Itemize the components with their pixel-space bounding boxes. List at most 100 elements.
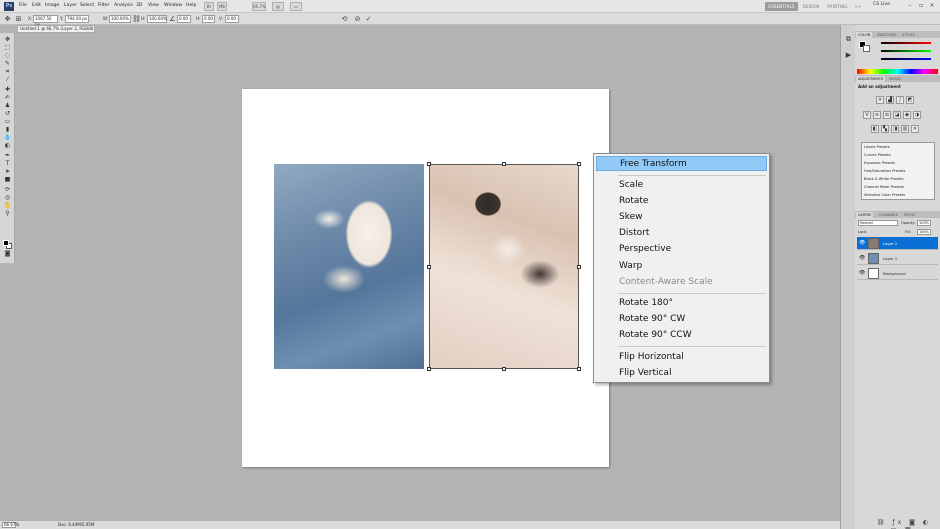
screen-mode-icon[interactable]: ▭ — [290, 2, 302, 11]
tab-paths[interactable]: PATHS — [902, 212, 917, 218]
actions-panel-icon[interactable]: ▶ — [844, 51, 853, 60]
eyedropper-tool-icon[interactable]: ⁄ — [3, 77, 12, 83]
tab-styles[interactable]: STYLES — [900, 32, 917, 38]
preset-item[interactable]: Levels Presets — [864, 145, 890, 149]
warp-mode-icon[interactable]: ⟲ — [340, 15, 349, 23]
clone-stamp-tool-icon[interactable]: ♟ — [3, 103, 12, 109]
curves-icon[interactable]: ∫ — [896, 96, 904, 104]
menu-item-flip-horizontal[interactable]: Flip Horizontal — [596, 350, 767, 365]
zoom-level-dropdown[interactable]: 66.7% — [252, 2, 266, 11]
menu-item-distort[interactable]: Distort — [596, 226, 767, 241]
bridge-icon[interactable]: Br — [204, 2, 214, 11]
layer-row-layer-1[interactable]: 👁 Layer 1 — [857, 252, 938, 265]
gradient-map-icon[interactable]: ▥ — [901, 125, 909, 133]
workspace-more[interactable]: >> — [853, 2, 863, 11]
visibility-eye-icon[interactable]: 👁 — [859, 270, 865, 276]
type-tool-icon[interactable]: T — [3, 161, 12, 167]
preset-item[interactable]: Black & White Presets — [864, 177, 903, 181]
pen-tool-icon[interactable]: ✒ — [3, 153, 12, 159]
threshold-icon[interactable]: ◨ — [891, 125, 899, 133]
menu-item-flip-vertical[interactable]: Flip Vertical — [596, 366, 767, 381]
menu-filter[interactable]: Filter — [98, 3, 109, 8]
history-panel-icon[interactable]: ⧉ — [844, 35, 853, 44]
fill-field[interactable]: 100% — [917, 229, 931, 235]
color-balance-icon[interactable]: ⚖ — [883, 111, 891, 119]
menu-item-rotate-90-cw[interactable]: Rotate 90° CW — [596, 312, 767, 327]
opacity-field[interactable]: 100% — [917, 220, 931, 226]
transform-handle-middle-left[interactable] — [427, 265, 431, 269]
brightness-contrast-icon[interactable]: ☀ — [876, 96, 884, 104]
gradient-tool-icon[interactable]: ▮ — [3, 127, 12, 133]
arrange-documents-icon[interactable]: ▤ — [272, 2, 284, 11]
menu-item-perspective[interactable]: Perspective — [596, 242, 767, 257]
color-panel-background-swatch[interactable] — [863, 45, 870, 52]
workspace-painting[interactable]: PAINTING — [824, 2, 851, 11]
visibility-eye-icon[interactable]: 👁 — [859, 255, 865, 261]
menu-item-rotate-180[interactable]: Rotate 180° — [596, 296, 767, 311]
crop-tool-icon[interactable]: ⌗ — [3, 69, 12, 75]
visibility-eye-icon[interactable]: 👁 — [859, 240, 865, 246]
shape-tool-icon[interactable]: ■ — [3, 177, 12, 183]
x-position-field[interactable]: 1067.50 px — [33, 15, 58, 27]
quick-mask-icon[interactable]: ◙ — [3, 251, 12, 257]
preset-item[interactable]: Channel Mixer Presets — [864, 185, 904, 189]
menu-3d[interactable]: 3D — [136, 3, 142, 8]
tab-adjustments[interactable]: ADJUSTMENTS — [856, 76, 886, 82]
transform-handle-top-center[interactable] — [502, 162, 506, 166]
tab-channels[interactable]: CHANNELS — [877, 212, 900, 218]
menu-item-rotate[interactable]: Rotate — [596, 194, 767, 209]
v-skew-field[interactable]: 0.00 — [225, 15, 239, 23]
healing-brush-tool-icon[interactable]: ✚ — [3, 87, 12, 93]
eraser-tool-icon[interactable]: ▭ — [3, 119, 12, 125]
menu-item-warp[interactable]: Warp — [596, 259, 767, 274]
cancel-transform-icon[interactable]: ⊘ — [353, 15, 362, 23]
transform-handle-top-left[interactable] — [427, 162, 431, 166]
angle-field[interactable]: 0.00 — [177, 15, 191, 23]
minibridge-icon[interactable]: Mb — [217, 2, 227, 11]
green-slider[interactable] — [881, 50, 931, 52]
layer-row-background[interactable]: 👁 Background — [857, 267, 938, 280]
path-select-tool-icon[interactable]: ➤ — [3, 169, 12, 175]
preset-item[interactable]: Curves Presets — [864, 153, 891, 157]
document-tab[interactable]: Untitled-1 @ 66.7% (Layer 2, RGB/8) * — [17, 25, 95, 33]
transform-handle-bottom-right[interactable] — [577, 367, 581, 371]
width-field[interactable]: 100.00% — [109, 15, 131, 23]
y-position-field[interactable]: 794.00 px — [65, 15, 89, 23]
color-spectrum-bar[interactable] — [857, 69, 938, 74]
layer-name[interactable]: Layer 1 — [883, 256, 897, 261]
reference-point-icon[interactable]: ⊞ — [14, 15, 23, 23]
tab-swatches[interactable]: SWATCHES — [875, 32, 898, 38]
menu-edit[interactable]: Edit — [32, 3, 41, 8]
lasso-tool-icon[interactable]: ◌ — [3, 53, 12, 59]
menu-layer[interactable]: Layer — [64, 3, 77, 8]
transform-handle-top-right[interactable] — [577, 162, 581, 166]
zoom-tool-icon[interactable]: ⚲ — [3, 211, 12, 217]
preset-item[interactable]: Exposure Presets — [864, 161, 895, 165]
tab-masks[interactable]: MASKS — [887, 76, 903, 82]
layer-name[interactable]: Layer 2 — [883, 241, 897, 246]
workspace-design[interactable]: DESIGN — [800, 2, 822, 11]
transform-handle-bottom-left[interactable] — [427, 367, 431, 371]
3d-orbit-tool-icon[interactable]: ◎ — [3, 195, 12, 201]
tab-color[interactable]: COLOR — [856, 32, 873, 38]
red-slider[interactable] — [881, 42, 931, 44]
hue-saturation-icon[interactable]: ≋ — [873, 111, 881, 119]
transform-handle-middle-right[interactable] — [577, 265, 581, 269]
commit-transform-icon[interactable]: ✓ — [364, 15, 373, 23]
menu-file[interactable]: File — [19, 3, 27, 8]
layer-panel-footer-icons[interactable]: ⛓ ƒx ◙ ◐ ▭ ▣ 🗑 — [877, 519, 937, 529]
menu-item-rotate-90-ccw[interactable]: Rotate 90° CCW — [596, 328, 767, 343]
preset-item[interactable]: Selective Color Presets — [864, 193, 905, 197]
brush-tool-icon[interactable]: ✍ — [3, 95, 12, 101]
hand-tool-icon[interactable]: ✋ — [3, 203, 12, 209]
link-icon[interactable]: ⛓ — [132, 15, 141, 23]
menu-view[interactable]: View — [148, 3, 159, 8]
exposure-icon[interactable]: ◩ — [906, 96, 914, 104]
invert-icon[interactable]: ◧ — [871, 125, 879, 133]
black-white-icon[interactable]: ◪ — [893, 111, 901, 119]
tab-layers[interactable]: LAYERS — [856, 212, 874, 218]
transform-handle-bottom-center[interactable] — [502, 367, 506, 371]
layer-row-layer-2[interactable]: 👁 Layer 2 — [857, 237, 938, 250]
marquee-tool-icon[interactable]: ⬚ — [3, 45, 12, 51]
foreground-color-swatch[interactable] — [3, 240, 9, 246]
